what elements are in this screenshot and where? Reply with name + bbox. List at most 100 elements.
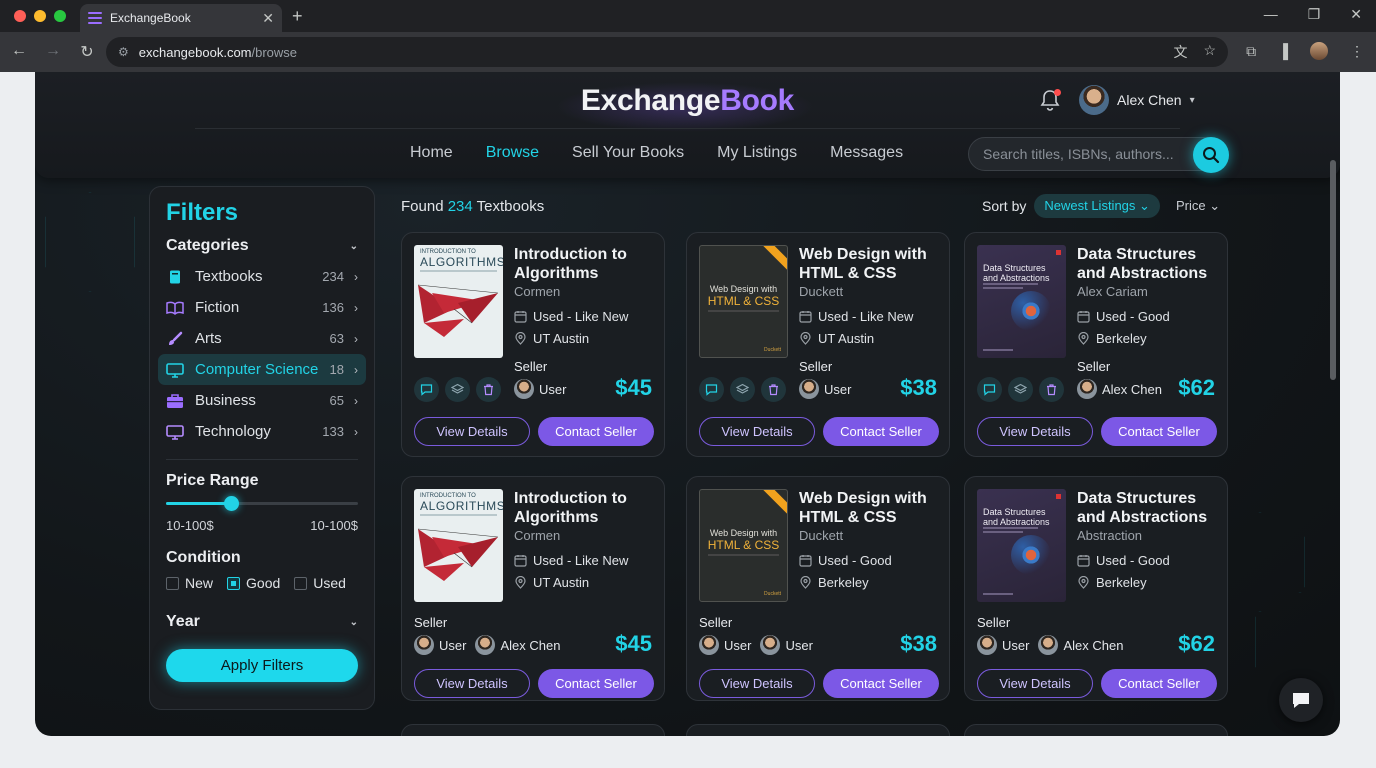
minimize-icon[interactable]: — <box>1264 6 1278 23</box>
view-details-button[interactable]: View Details <box>977 669 1093 698</box>
year-header[interactable]: Year ⌄ <box>166 613 358 631</box>
checkbox-box[interactable] <box>227 576 241 590</box>
seller-name[interactable]: Alex Chen <box>500 638 560 653</box>
bookmark-star-icon[interactable]: ☆ <box>1203 42 1216 62</box>
view-details-button[interactable]: View Details <box>699 417 815 446</box>
search-button[interactable] <box>1193 137 1229 173</box>
category-item-computer-science[interactable]: Computer Science 18 › <box>158 354 366 385</box>
notification-bell-icon[interactable] <box>1038 88 1062 114</box>
contact-seller-button[interactable]: Contact Seller <box>538 669 654 698</box>
slider-handle[interactable] <box>224 496 240 511</box>
layers-icon[interactable] <box>445 377 470 402</box>
seller-name[interactable]: User <box>1002 638 1029 653</box>
layers-icon[interactable] <box>730 377 755 402</box>
book-title[interactable]: Web Design with HTML & CSS <box>799 245 944 283</box>
contact-seller-button[interactable]: Contact Seller <box>1101 669 1217 698</box>
condition-checkbox-good[interactable]: Good <box>227 575 280 591</box>
book-card[interactable]: INTRODUCTION TO ALGORITHMS Introduction to… <box>401 232 665 457</box>
nav-sell-your-books[interactable]: Sell Your Books <box>572 144 684 162</box>
trash-icon[interactable] <box>1039 377 1064 402</box>
book-title[interactable]: Introduction to Algorithms <box>514 489 659 527</box>
category-item-textbooks[interactable]: Textbooks 234 › <box>158 261 366 292</box>
user-menu[interactable]: Alex Chen ▾ <box>1079 85 1195 115</box>
book-card[interactable]: Web Design with HTML & CSS Duckett Web Desi… <box>686 232 950 457</box>
nav-browse[interactable]: Browse <box>486 144 539 162</box>
category-item-business[interactable]: Business 65 › <box>158 385 366 416</box>
condition-checkbox-new[interactable]: New <box>166 575 213 591</box>
condition-checkbox-used[interactable]: Used <box>294 575 346 591</box>
view-details-button[interactable]: View Details <box>414 669 530 698</box>
seller-avatar[interactable] <box>977 635 997 655</box>
seller-avatar[interactable] <box>760 635 781 655</box>
seller-name[interactable]: User <box>785 638 812 653</box>
message-icon[interactable] <box>977 377 1002 402</box>
minimize-window-button[interactable] <box>34 10 46 22</box>
browser-menu-icon[interactable]: ⋮ <box>1350 43 1364 60</box>
price-slider[interactable] <box>166 496 358 511</box>
search-input[interactable] <box>983 146 1189 162</box>
address-bar[interactable]: ⚙ exchangebook.com/browse 文 ☆ <box>106 37 1228 67</box>
book-card[interactable]: Data Structures and Abstractions Data Stru… <box>964 476 1228 701</box>
seller-name[interactable]: User <box>539 382 566 397</box>
profile-avatar-icon[interactable] <box>1310 42 1328 60</box>
reload-icon[interactable]: ↻ <box>78 42 96 62</box>
category-item-technology[interactable]: Technology 133 › <box>158 416 366 447</box>
seller-avatar[interactable] <box>1038 635 1059 655</box>
extensions-icon[interactable]: ⧉ <box>1246 43 1256 60</box>
book-title[interactable]: Introduction to Algorithms <box>514 245 659 283</box>
nav-my-listings[interactable]: My Listings <box>717 144 797 162</box>
sort-dropdown[interactable]: Newest Listings ⌄ <box>1034 194 1160 218</box>
restore-icon[interactable]: ❐ <box>1308 6 1321 23</box>
book-cover-image[interactable]: INTRODUCTION TO ALGORITHMS <box>414 489 503 602</box>
book-cover-image[interactable]: Data Structures and Abstractions <box>977 245 1066 358</box>
seller-avatar[interactable] <box>475 635 496 655</box>
book-card[interactable]: Data Structures and Abstractions Data Stru… <box>964 232 1228 457</box>
message-icon[interactable] <box>414 377 439 402</box>
close-tab-icon[interactable]: ✕ <box>262 10 274 27</box>
forward-icon[interactable]: → <box>44 42 62 62</box>
categories-header[interactable]: Categories ⌄ <box>166 237 358 255</box>
book-cover-image[interactable]: Web Design with HTML & CSS Duckett <box>699 245 788 358</box>
seller-avatar[interactable] <box>1077 379 1097 399</box>
category-item-arts[interactable]: Arts 63 › <box>158 323 366 354</box>
seller-name[interactable]: User <box>824 382 851 397</box>
site-info-icon[interactable]: ⚙ <box>118 45 129 59</box>
seller-avatar[interactable] <box>514 379 534 399</box>
sidepanel-icon[interactable]: ▐ <box>1278 43 1288 59</box>
trash-icon[interactable] <box>761 377 786 402</box>
seller-name[interactable]: Alex Chen <box>1063 638 1123 653</box>
contact-seller-button[interactable]: Contact Seller <box>538 417 654 446</box>
book-title[interactable]: Data Structures and Abstractions <box>1077 245 1222 283</box>
back-icon[interactable]: ← <box>10 42 28 62</box>
message-icon[interactable] <box>699 377 724 402</box>
chat-button[interactable] <box>1279 678 1323 722</box>
book-card[interactable]: INTRODUCTION TO ALGORITHMS Introduction to… <box>401 476 665 701</box>
book-cover-image[interactable]: INTRODUCTION TO ALGORITHMS <box>414 245 503 358</box>
book-cover-image[interactable]: Data Structures and Abstractions <box>977 489 1066 602</box>
book-title[interactable]: Data Structures and Abstractions <box>1077 489 1222 527</box>
seller-name[interactable]: Alex Chen <box>1102 382 1162 397</box>
browser-tab[interactable]: ExchangeBook ✕ <box>80 4 282 32</box>
page-scrollbar[interactable] <box>1330 160 1336 380</box>
maximize-window-button[interactable] <box>54 10 66 22</box>
trash-icon[interactable] <box>476 377 501 402</box>
translate-icon[interactable]: 文 <box>1173 42 1187 62</box>
price-sort-dropdown[interactable]: Price ⌄ <box>1176 198 1220 214</box>
contact-seller-button[interactable]: Contact Seller <box>823 417 939 446</box>
seller-avatar[interactable] <box>414 635 434 655</box>
close-window-button[interactable] <box>14 10 26 22</box>
layers-icon[interactable] <box>1008 377 1033 402</box>
checkbox-box[interactable] <box>294 576 308 590</box>
view-details-button[interactable]: View Details <box>414 417 530 446</box>
view-details-button[interactable]: View Details <box>977 417 1093 446</box>
book-title[interactable]: Web Design with HTML & CSS <box>799 489 944 527</box>
book-cover-image[interactable]: Web Design with HTML & CSS Duckett <box>699 489 788 602</box>
nav-messages[interactable]: Messages <box>830 144 903 162</box>
book-card[interactable]: Web Design with HTML & CSS Duckett Web Desi… <box>686 476 950 701</box>
contact-seller-button[interactable]: Contact Seller <box>823 669 939 698</box>
checkbox-box[interactable] <box>166 576 179 590</box>
close-icon[interactable]: ✕ <box>1350 6 1362 23</box>
new-tab-icon[interactable]: + <box>292 6 303 27</box>
apply-filters-button[interactable]: Apply Filters <box>166 649 358 682</box>
seller-name[interactable]: User <box>724 638 751 653</box>
